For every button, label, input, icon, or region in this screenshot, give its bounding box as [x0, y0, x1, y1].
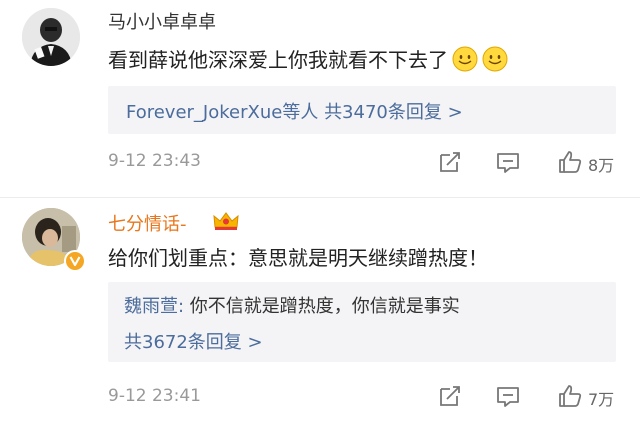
comment-icon[interactable]	[494, 148, 522, 176]
share-icon[interactable]	[436, 382, 464, 410]
like-icon[interactable]	[556, 382, 584, 410]
reply-summary-link[interactable]: Forever_JokerXue等人 共3470条回复 >	[126, 98, 463, 124]
chevron-right-icon: >	[247, 332, 263, 353]
v-badge-icon	[64, 250, 86, 272]
share-icon[interactable]	[436, 148, 464, 176]
smile-emoji-icon	[452, 46, 478, 72]
comment-item: 马小小卓卓卓 看到薛说他深深爱上你我就看不下去了 Forever_JokerXu…	[0, 0, 640, 198]
reply-preview-box[interactable]: 魏雨萱: 你不信就是蹭热度，你信就是事实 共3672条回复 >	[108, 282, 616, 362]
reply-users: Forever_JokerXue等人	[126, 102, 319, 123]
timestamp: 9-12 23:41	[108, 386, 201, 406]
reply-count: 共3672条回复	[124, 332, 242, 353]
comment-body: 看到薛说他深深爱上你我就看不下去了	[108, 48, 448, 72]
smile-emoji-icon	[482, 46, 508, 72]
chevron-right-icon: >	[447, 102, 463, 123]
reply-preview[interactable]: 魏雨萱: 你不信就是蹭热度，你信就是事实	[124, 292, 460, 318]
reply-summary-box[interactable]: Forever_JokerXue等人 共3470条回复 >	[108, 86, 616, 134]
reply-content: 你不信就是蹭热度，你信就是事实	[184, 296, 460, 317]
like-count: 8万	[588, 156, 615, 175]
comment-icon[interactable]	[494, 382, 522, 410]
vip-crown-icon	[213, 212, 239, 230]
username[interactable]: 马小小卓卓卓	[108, 8, 216, 34]
reply-count: 共3470条回复	[324, 102, 442, 123]
like-count: 7万	[588, 390, 615, 409]
comment-item: 七分情话- 给你们划重点：意思就是明天继续蹭热度！ 魏雨萱: 你不信就是蹭热度，…	[0, 198, 640, 425]
reply-author[interactable]: 魏雨萱:	[124, 296, 184, 317]
reply-summary-link[interactable]: 共3672条回复 >	[124, 328, 263, 354]
username[interactable]: 七分情话-	[108, 210, 187, 236]
avatar[interactable]	[22, 8, 80, 66]
comment-text: 看到薛说他深深爱上你我就看不下去了	[108, 44, 508, 73]
timestamp: 9-12 23:43	[108, 151, 201, 171]
comment-body: 给你们划重点：意思就是明天继续蹭热度！	[108, 246, 488, 270]
like-icon[interactable]	[556, 148, 584, 176]
